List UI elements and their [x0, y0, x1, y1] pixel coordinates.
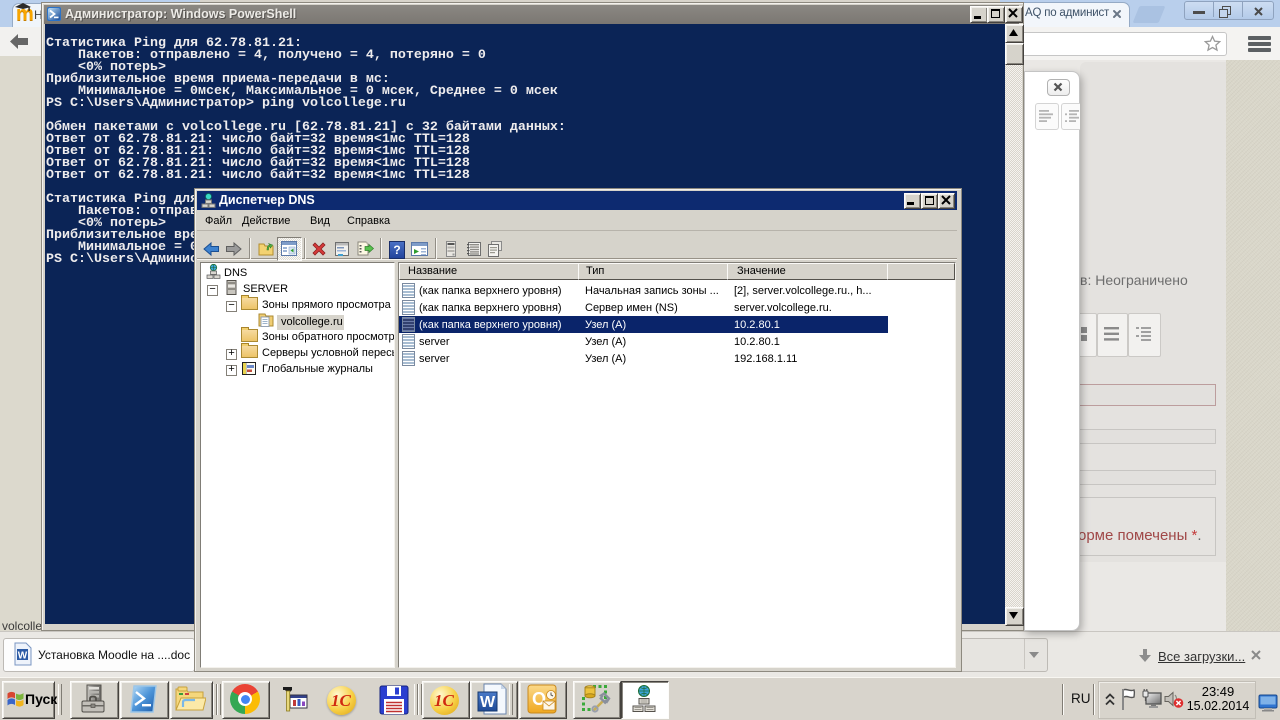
svg-text:W: W [480, 694, 496, 711]
svg-text:W: W [18, 651, 28, 662]
